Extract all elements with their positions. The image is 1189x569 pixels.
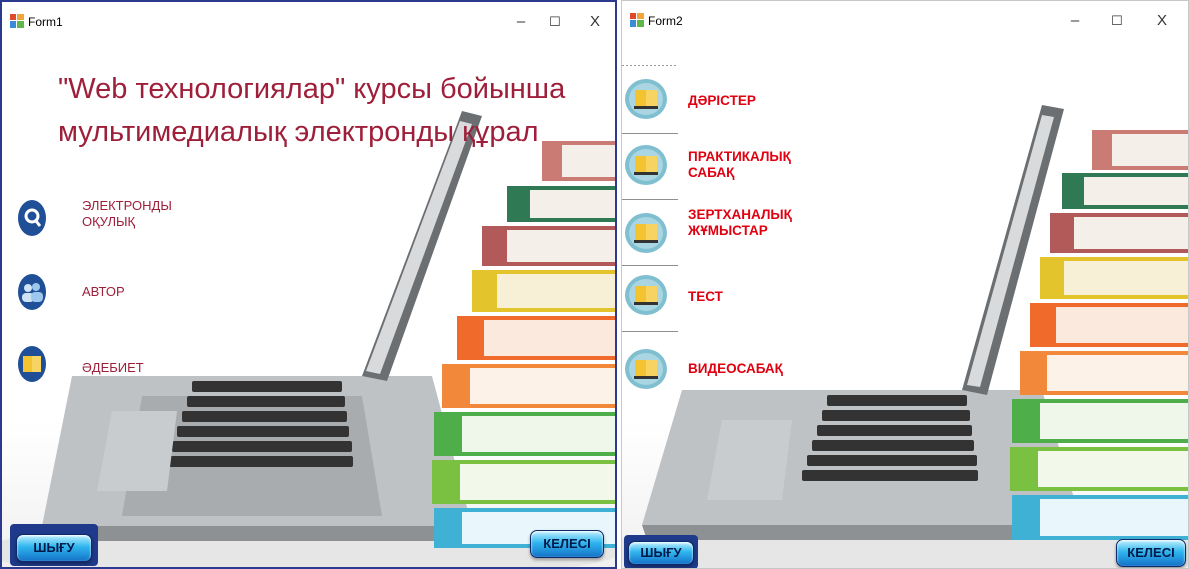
- menu-label: ЗЕРТХАНАЛЫҚ ЖҰМЫСТАР: [688, 207, 792, 238]
- title-line-2: мультимедиалық электронды құрал: [58, 116, 539, 148]
- menu-item-video-lesson[interactable]: ВИДЕОСАБАҚ: [624, 347, 844, 393]
- minimize-button[interactable]: –: [508, 10, 534, 34]
- separator: [622, 133, 678, 134]
- book-icon: [625, 145, 667, 185]
- menu-label: ТЕСТ: [688, 289, 723, 304]
- menu-item-test[interactable]: ТЕСТ: [624, 273, 824, 319]
- menu-label: ПРАКТИКАЛЫҚ САБАҚ: [688, 149, 791, 180]
- menu-label: АВТОР: [82, 284, 125, 299]
- menu-item-lectures[interactable]: ДӘРІСТЕР: [624, 77, 844, 121]
- form1-title: Form1: [28, 15, 63, 29]
- separator: [622, 199, 678, 200]
- app-icon: [630, 13, 644, 27]
- exit-button[interactable]: ШЫҒУ: [628, 541, 694, 565]
- menu-item-author[interactable]: АВТОР: [16, 272, 166, 314]
- book-icon: [625, 79, 667, 119]
- book-icon: [18, 346, 46, 382]
- menu-item-practical-lesson[interactable]: ПРАКТИКАЛЫҚ САБАҚ: [624, 143, 844, 189]
- form2-titlebar[interactable]: Form2 – ☐ X: [622, 1, 1188, 41]
- form2-title: Form2: [648, 14, 683, 28]
- next-button[interactable]: КЕЛЕСІ: [530, 530, 604, 558]
- separator: [622, 65, 678, 66]
- separator: [622, 265, 678, 266]
- close-button[interactable]: X: [1149, 9, 1175, 33]
- menu-item-literature[interactable]: ӘДЕБИЕТ: [16, 344, 166, 386]
- app-icon: [10, 14, 24, 28]
- form2-window: Form2 – ☐ X ДӘРІСТЕР ПРАКТИКАЛЫҚ САБАҚ З…: [621, 0, 1189, 569]
- form1-titlebar[interactable]: Form1 – ☐ X: [2, 2, 615, 42]
- search-icon: [18, 200, 46, 236]
- menu-item-laboratory-works[interactable]: ЗЕРТХАНАЛЫҚ ЖҰМЫСТАР: [624, 207, 844, 255]
- menu-item-electronic-textbook[interactable]: ЭЛЕКТРОНДЫ ОҚУЛЫҚ: [16, 198, 206, 246]
- menu-label: ЭЛЕКТРОНДЫ ОҚУЛЫҚ: [82, 198, 172, 229]
- users-icon: [18, 274, 46, 310]
- book-icon: [625, 349, 667, 389]
- separator: [622, 331, 678, 332]
- title-line-1: "Web технологиялар" курсы бойынша: [58, 73, 566, 105]
- next-button[interactable]: КЕЛЕСІ: [1116, 539, 1186, 567]
- menu-label: ВИДЕОСАБАҚ: [688, 361, 783, 376]
- minimize-button[interactable]: –: [1062, 9, 1088, 33]
- menu-label: ӘДЕБИЕТ: [82, 360, 144, 375]
- page-title: "Web технологиялар" курсы бойынша мульти…: [58, 68, 578, 154]
- maximize-button[interactable]: ☐: [542, 10, 568, 34]
- form1-window: Form1 – ☐ X "Web технологиялар" курсы бо…: [0, 0, 617, 569]
- book-icon: [625, 213, 667, 253]
- maximize-button[interactable]: ☐: [1104, 9, 1130, 33]
- close-button[interactable]: X: [582, 10, 608, 34]
- exit-button[interactable]: ШЫҒУ: [16, 534, 92, 562]
- book-icon: [625, 275, 667, 315]
- menu-label: ДӘРІСТЕР: [688, 93, 756, 108]
